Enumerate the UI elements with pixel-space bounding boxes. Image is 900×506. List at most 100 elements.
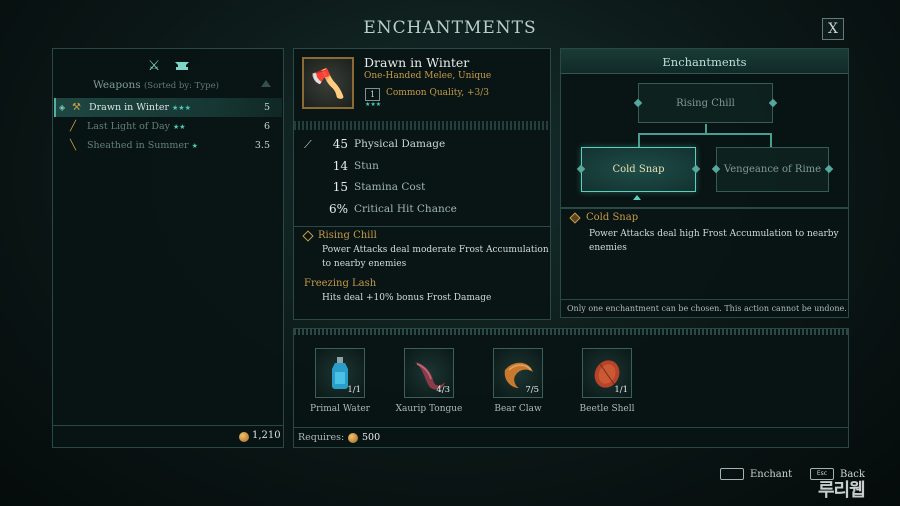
stat-label: Critical Hit Chance — [354, 202, 457, 215]
node-dot-icon — [768, 98, 778, 108]
weapon-thumbnail: 🪓 — [302, 57, 354, 109]
node-label: Rising Chill — [676, 97, 735, 109]
weapons-list: ◈ ⚒ Drawn in Winter ★★★ 5 ╱ Last Light of… — [54, 98, 282, 155]
weapon-value: 3.5 — [254, 140, 270, 151]
material-beetle-shell[interactable]: 1/1 Beetle Shell — [567, 348, 647, 414]
material-xaurip-tongue[interactable]: 4/3 Xaurip Tongue — [389, 348, 469, 414]
selected-enchantment-name: Cold Snap — [569, 211, 638, 224]
weapon-title: Drawn in Winter — [364, 55, 470, 70]
material-slot: 1/1 — [582, 348, 632, 398]
quality-level-badge: 1 — [365, 88, 380, 101]
enchantment-desc: Power Attacks deal moderate Frost Accumu… — [322, 245, 549, 269]
selected-diamond-icon: ◈ — [59, 103, 66, 112]
stat-physical-damage: ⟋ 45 Physical Damage — [304, 137, 544, 159]
weapon-stars: ★★★ — [172, 104, 191, 112]
weapons-panel: ⚔ Weapons (Sorted by: Type) ◈ ⚒ Drawn in… — [52, 48, 284, 448]
enchant-hint[interactable]: Enchant — [720, 468, 792, 480]
weapon-value: 5 — [263, 102, 270, 113]
stat-value: 14 — [332, 158, 348, 173]
weapon-item-drawn-in-winter[interactable]: ◈ ⚒ Drawn in Winter ★★★ 5 — [54, 98, 282, 117]
requirements-footer: Requires: 500 — [294, 427, 848, 447]
materials-panel: 1/1 Primal Water 4/3 Xaurip Tongue 7/5 B… — [293, 328, 849, 448]
enchant-hint-label: Enchant — [750, 468, 793, 480]
close-button[interactable]: X — [822, 18, 844, 40]
weapon-name: Last Light of Day ★★ — [87, 121, 186, 132]
node-dot-icon — [711, 164, 721, 174]
quality-stars: ★★★ — [365, 101, 382, 108]
material-name: Bear Claw — [494, 404, 542, 414]
sword-icon: ╲ — [70, 140, 77, 151]
weapon-item-sheathed-in-summer[interactable]: ╲ Sheathed in Summer ★ 3.5 — [54, 136, 282, 155]
weapon-enchantment-rising-chill: Rising Chill Power Attacks deal moderate… — [302, 229, 549, 271]
requires-value: 500 — [362, 432, 381, 443]
divider — [294, 329, 848, 335]
weapon-stars: ★★ — [172, 123, 186, 131]
tree-connector — [638, 133, 772, 135]
enchant-warning: Only one enchantment can be chosen. This… — [561, 299, 848, 317]
material-primal-water[interactable]: 1/1 Primal Water — [300, 348, 380, 414]
enchant-node-vengeance-of-rime[interactable]: Vengeance of Rime — [711, 147, 834, 192]
material-count: 1/1 — [347, 385, 361, 395]
stats-list: ⟋ 45 Physical Damage 14 Stun 15 Stamina … — [304, 137, 544, 223]
coin-icon — [348, 433, 358, 443]
material-slot: 7/5 — [493, 348, 543, 398]
enchantment-desc: Hits deal +10% bonus Frost Damage — [322, 293, 492, 303]
node-dot-icon — [576, 164, 586, 174]
weapons-header: Weapons (Sorted by: Type) — [93, 79, 219, 91]
node-dot-icon — [824, 164, 834, 174]
enchantments-panel: Enchantments Rising Chill Cold Snap Veng… — [560, 48, 849, 318]
weapon-name: Drawn in Winter ★★★ — [89, 102, 191, 113]
quality-text: Common Quality, +3/3 — [386, 88, 489, 98]
crossed-swords-icon[interactable]: ⚔ — [145, 57, 163, 75]
tree-connector — [638, 133, 640, 148]
stat-stamina-cost: 15 Stamina Cost — [304, 180, 544, 202]
node-dot-icon — [633, 98, 643, 108]
material-slot: 4/3 — [404, 348, 454, 398]
enchantment-name: Freezing Lash — [304, 278, 377, 289]
sort-arrow-icon[interactable] — [261, 80, 271, 87]
stat-label: Stun — [354, 159, 379, 172]
stat-value: 45 — [332, 137, 348, 151]
divider — [561, 207, 848, 209]
weapon-value: 6 — [263, 121, 270, 132]
weapon-subtitle: One-Handed Melee, Unique — [364, 71, 492, 81]
filter-icons: ⚔ — [53, 57, 283, 75]
weapon-name: Sheathed in Summer ★ — [87, 140, 198, 151]
anvil-icon[interactable] — [173, 57, 191, 75]
coin-icon — [239, 432, 249, 442]
node-label: Vengeance of Rime — [723, 164, 822, 175]
stat-critical-hit-chance: 6% Critical Hit Chance — [304, 202, 544, 224]
sort-note: (Sorted by: Type) — [143, 81, 219, 91]
gold-amount: 1,210 — [252, 430, 281, 441]
axe-icon: ⚒ — [72, 102, 81, 113]
material-count: 7/5 — [525, 385, 539, 395]
sword-icon: ╱ — [70, 121, 77, 132]
enchantment-name: Rising Chill — [302, 229, 549, 242]
divider — [294, 121, 550, 130]
axe-icon: 🪓 — [310, 66, 346, 100]
weapon-enchantment-freezing-lash: Freezing Lash Hits deal +10% bonus Frost… — [304, 278, 549, 305]
gold-footer: 1,210 — [53, 425, 283, 447]
selection-caret-icon — [633, 195, 641, 200]
requires-label: Requires: — [298, 432, 345, 443]
material-name: Xaurip Tongue — [395, 404, 463, 414]
enchant-node-cold-snap[interactable]: Cold Snap — [576, 147, 701, 192]
node-label: Cold Snap — [612, 164, 665, 175]
divider — [294, 226, 550, 227]
enchantments-title: Enchantments — [662, 55, 747, 69]
material-bear-claw[interactable]: 7/5 Bear Claw — [478, 348, 558, 414]
stat-label: Physical Damage — [354, 138, 446, 150]
weapon-item-last-light-of-day[interactable]: ╱ Last Light of Day ★★ 6 — [54, 117, 282, 136]
material-name: Beetle Shell — [579, 404, 635, 414]
window-title: ENCHANTMENTS — [363, 18, 537, 38]
enchant-node-rising-chill[interactable]: Rising Chill — [633, 83, 778, 123]
weapon-stars: ★ — [191, 142, 198, 150]
stat-value: 15 — [332, 180, 348, 194]
material-count: 1/1 — [614, 385, 628, 395]
spacebar-key-icon — [720, 468, 744, 480]
weapons-header-label: Weapons — [93, 79, 141, 91]
material-count: 4/3 — [436, 385, 450, 395]
material-slot: 1/1 — [315, 348, 365, 398]
watermark: 루리웹 — [818, 480, 866, 501]
slash-icon: ⟋ — [304, 138, 312, 151]
